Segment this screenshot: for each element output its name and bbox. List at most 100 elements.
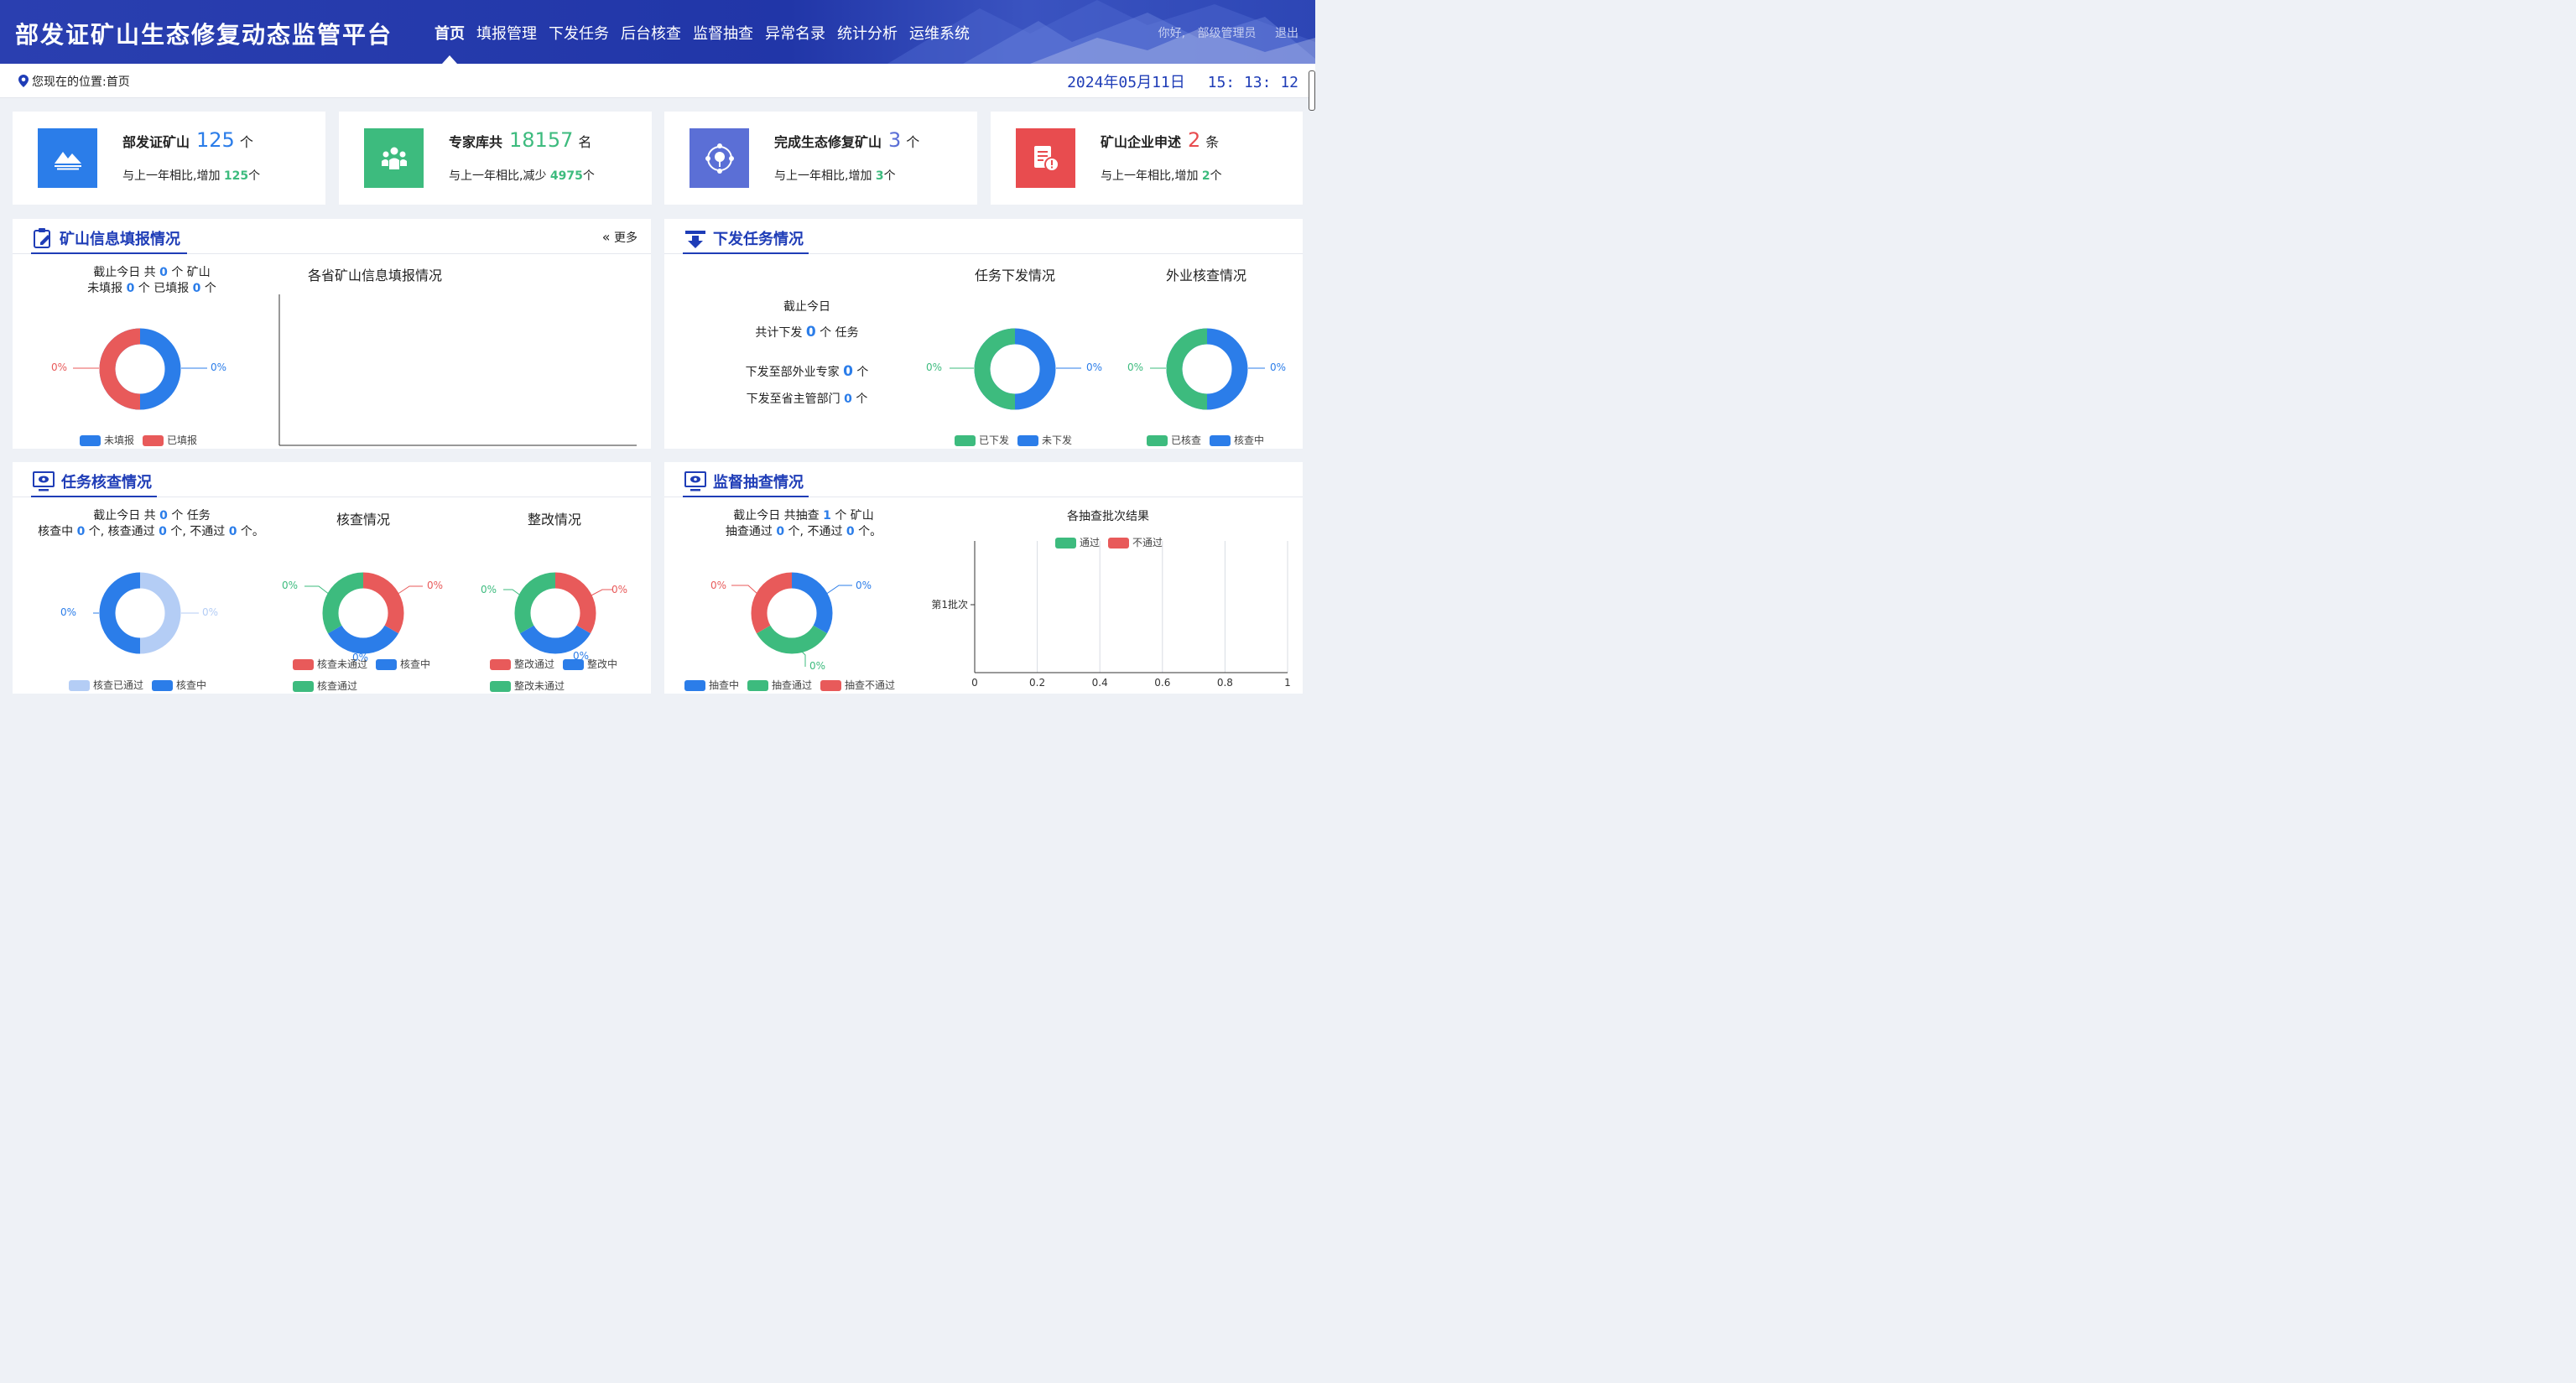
stat-delta: 125 [223,169,249,183]
legend-label: 抽查通过 [772,679,813,691]
pct-label-ongoing: 0% [856,580,872,591]
legend-item[interactable]: 未填报 [80,433,134,447]
breadcrumb: 您现在的位置:首页 [18,73,130,90]
legend-label: 核查中 [1234,434,1265,446]
pct-label-fail: 0% [710,580,727,591]
stat-compare: 与上一年相比,增加 [122,169,221,183]
experts-icon [364,128,424,188]
legend-label: 整改未通过 [514,680,565,692]
stat-label: 矿山企业申述 [1101,134,1182,150]
location-pin-icon [18,75,29,87]
nav-ops-system[interactable]: 运维系统 [909,22,970,44]
legend-item[interactable]: 抽查通过 [747,678,812,692]
batch-bar-chart: 0 0.2 0.4 0.6 0.8 1 第1批次 [931,541,1291,689]
legend-label: 未下发 [1042,434,1073,446]
check-legend: 核查未通过 核查中 核查通过 [293,657,461,693]
check-donut[interactable] [322,572,404,654]
stat-card-mines: 部发证矿山 125 个 与上一年相比,增加 125个 [13,112,325,205]
legend-item[interactable]: 核查通过 [293,679,357,693]
scrollbar-thumb[interactable] [1309,70,1315,111]
top-header: 部发证矿山生态修复动态监管平台 首页 填报管理 下发任务 后台核查 监督抽查 异… [0,0,1315,64]
nav-supervision[interactable]: 监督抽查 [693,22,753,44]
legend-label: 核查未通过 [317,658,368,670]
nav-backend-check[interactable]: 后台核查 [621,22,681,44]
legend-item[interactable]: 核查中 [152,678,206,692]
user-area: 你好, 部级管理员 退出 [1158,24,1298,41]
nav-report-mgmt[interactable]: 填报管理 [476,22,537,44]
stat-unit: 个 [239,134,253,150]
fill-status-panel: 矿山信息填报情况 « 更多 截止今日 共 0 个 矿山 未填报 0 个 已填报 … [13,219,651,449]
pct-label-passed: 0% [202,606,219,618]
legend-item[interactable]: 抽查中 [684,678,739,692]
stat-unit: 名 [578,134,592,150]
legend-item[interactable]: 未下发 [1017,433,1072,447]
legend-item[interactable]: 核查已通过 [69,678,143,692]
logout-link[interactable]: 退出 [1275,27,1298,40]
x-tick-label: 0.2 [1029,677,1045,689]
x-tick-label: 0 [971,677,978,689]
task-issue-legend: 已下发 未下发 [955,433,1072,447]
donut-segment-checking[interactable] [99,572,141,654]
stat-unit: 个 [906,134,920,150]
pct-label-checking: 0% [1270,361,1287,373]
stat-label: 完成生态修复矿山 [774,134,882,150]
nav-statistics[interactable]: 统计分析 [837,22,898,44]
rectify-legend: 整改通过 整改中 整改未通过 [490,657,641,693]
donut-segment-checked[interactable] [1166,328,1208,410]
breadcrumb-bar: 您现在的位置:首页 2024年05月11日 15: 13: 12 [0,64,1315,98]
legend-item[interactable]: 抽查不通过 [820,678,895,692]
legend-label: 抽查不通过 [845,679,896,691]
stat-compare: 与上一年相比,增加 [774,169,872,183]
pct-label-pass: 0% [809,660,826,672]
stat-card-restored: 完成生态修复矿山 3 个 与上一年相比,增加 3个 [664,112,977,205]
issue-task-panel: 下发任务情况 截止今日 共计下发 0 个 任务 下发至部外业专家 0 个 下发至… [664,219,1303,449]
legend-item[interactable]: 核查未通过 [293,657,367,671]
pct-label-not-issued: 0% [1086,361,1103,373]
super-donut[interactable] [751,572,833,654]
legend-item[interactable]: 核查中 [376,657,430,671]
legend-item[interactable]: 整改未通过 [490,679,565,693]
x-tick-label: 0.4 [1092,677,1108,689]
fill-legend: 未填报 已填报 [80,433,197,447]
stat-unit: 条 [1205,134,1220,150]
x-tick-label: 1 [1284,677,1291,689]
date-text: 2024年05月11日 [1067,74,1185,91]
legend-item[interactable]: 整改中 [563,657,617,671]
greeting: 你好, [1158,27,1186,40]
nav-home[interactable]: 首页 [435,22,465,64]
stat-delta: 3 [875,169,884,183]
breadcrumb-current[interactable]: 首页 [107,75,130,89]
legend-label: 整改通过 [514,658,555,670]
field-check-legend: 已核查 核查中 [1147,433,1264,447]
check-pass-legend: 核查已通过 核查中 [69,678,206,692]
stat-card-experts: 专家库共 18157 名 与上一年相比,减少 4975个 [339,112,652,205]
nav-abnormal-list[interactable]: 异常名录 [765,22,825,44]
pct-label-checking: 0% [60,606,77,618]
stat-label: 专家库共 [449,134,503,150]
legend-label: 已核查 [1171,434,1202,446]
donut-segment-filled[interactable] [99,328,141,410]
datetime-display: 2024年05月11日 15: 13: 12 [1067,70,1298,92]
legend-item[interactable]: 已核查 [1147,433,1201,447]
stat-compare: 与上一年相比,减少 [449,169,547,183]
pct-label-check-fail: 0% [427,580,444,591]
legend-item[interactable]: 核查中 [1210,433,1264,447]
legend-item[interactable]: 整改通过 [490,657,554,671]
stat-value: 125 [196,128,235,152]
rectify-donut[interactable] [514,572,596,654]
mountain-icon [38,128,97,188]
pct-label-check-pass: 0% [282,580,299,591]
x-tick-label: 0.8 [1217,677,1233,689]
stat-card-complaints: 矿山企业申述 2 条 与上一年相比,增加 2个 [991,112,1303,205]
pct-label-issued: 0% [926,361,943,373]
user-name[interactable]: 部级管理员 [1198,27,1257,40]
legend-item[interactable]: 已下发 [955,433,1009,447]
pct-label-rectify-pass: 0% [611,584,628,595]
pct-label-checked: 0% [1127,361,1144,373]
main-nav: 首页 填报管理 下发任务 后台核查 监督抽查 异常名录 统计分析 运维系统 [435,22,970,64]
legend-item[interactable]: 已填报 [143,433,197,447]
donut-segment-issued[interactable] [974,328,1016,410]
ecology-icon [690,128,749,188]
nav-issue-task[interactable]: 下发任务 [549,22,609,44]
leader-line [589,589,613,597]
